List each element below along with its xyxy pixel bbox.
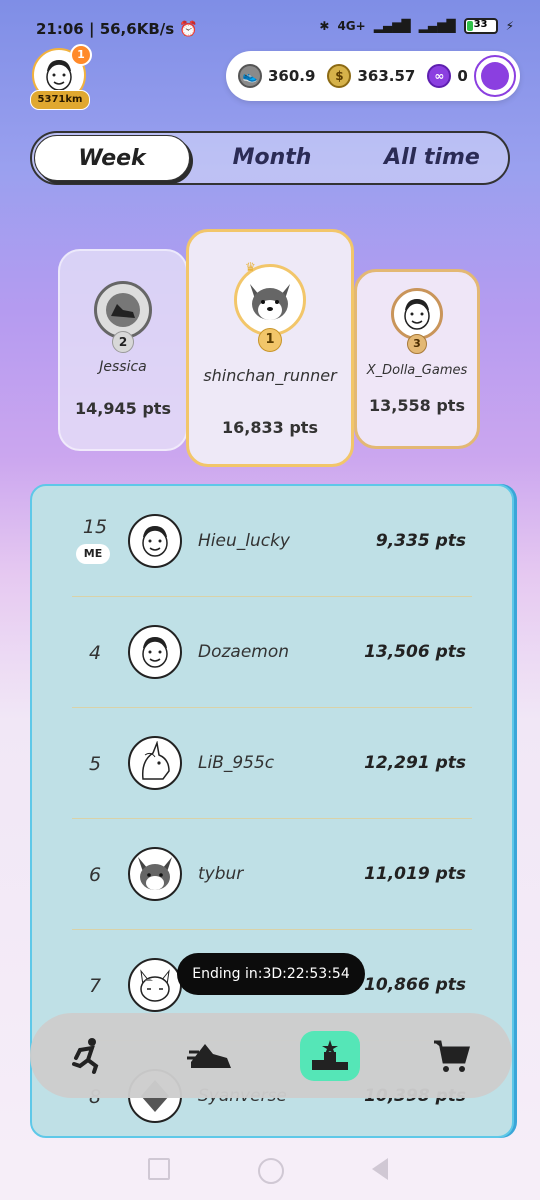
- table-row[interactable]: 5 LiB_955c 12,291 pts: [32, 708, 512, 818]
- crown-icon: ♛: [245, 260, 256, 274]
- player-pts: 11,019 pts: [364, 864, 466, 884]
- player-name: LiB_955c: [198, 753, 275, 773]
- rank-number: 6: [88, 864, 102, 886]
- polygon-icon: [481, 62, 509, 90]
- period-tabs: Week Month All time: [30, 131, 510, 185]
- rank-badge: 1: [258, 328, 282, 352]
- unicorn-icon: [141, 741, 170, 780]
- alarm-icon: ⏰: [179, 20, 199, 38]
- player-name: Hieu_lucky: [198, 531, 290, 551]
- currency-gst: $ 363.57: [327, 64, 415, 88]
- wolf-icon: [138, 857, 172, 890]
- player-pts: 9,335 pts: [375, 531, 466, 551]
- nav-run[interactable]: [56, 1031, 116, 1081]
- rank-number: 7: [88, 975, 102, 997]
- currency-polygon: ∞ 0: [427, 64, 468, 88]
- nav-shop[interactable]: [422, 1031, 482, 1081]
- signal-icon: ▂▄▆█: [373, 19, 411, 33]
- rank-number: 15: [82, 516, 108, 538]
- rank-badge: 3: [407, 334, 427, 354]
- player-name: tybur: [198, 864, 244, 884]
- table-row[interactable]: 15 ME Hieu_lucky 9,335 pts: [32, 486, 512, 596]
- leaderboard-icon: [312, 1040, 348, 1070]
- avatar: [128, 847, 182, 901]
- shiba-dog-icon: [250, 284, 290, 320]
- currency-bar: 👟 360.9 $ 363.57 ∞ 0: [226, 51, 520, 101]
- nav-leaderboard[interactable]: [300, 1031, 360, 1081]
- player-pts: 13,506 pts: [364, 642, 466, 662]
- rank-badge: 2: [112, 331, 134, 353]
- notification-badge: 1: [70, 44, 92, 66]
- sneaker-icon: [106, 293, 140, 327]
- table-row[interactable]: 6 tybur 11,019 pts: [32, 819, 512, 929]
- bottom-nav: [30, 1013, 512, 1098]
- back-button[interactable]: [372, 1158, 388, 1180]
- face-avatar-icon: [142, 526, 168, 557]
- avatar: [391, 288, 443, 340]
- distance-label: 5371km: [30, 90, 90, 110]
- sneaker-coin-icon: 👟: [238, 64, 262, 88]
- currency-sneaker: 👟 360.9: [238, 64, 315, 88]
- rank-number: 4: [88, 642, 102, 664]
- podium-name: shinchan_runner: [203, 366, 337, 385]
- player-pts: 10,866 pts: [364, 975, 466, 995]
- run-icon: [72, 1038, 99, 1074]
- wallet-button[interactable]: [474, 55, 516, 97]
- podium-pts: 16,833 pts: [222, 418, 318, 437]
- system-nav-bar: [0, 1140, 540, 1200]
- nav-sneakers[interactable]: [180, 1031, 240, 1081]
- status-time: 21:06 | 56,6KB/s ⏰: [36, 20, 199, 38]
- podium-pts: 13,558 pts: [369, 396, 465, 415]
- recents-button[interactable]: [148, 1158, 170, 1180]
- tab-week[interactable]: Week: [34, 135, 190, 181]
- me-badge: ME: [76, 544, 110, 564]
- cat-icon: [140, 969, 170, 1002]
- battery-icon: 33: [463, 18, 498, 34]
- countdown-timer: Ending in:3D:22:53:54: [177, 953, 365, 995]
- player-name: Dozaemon: [198, 642, 290, 662]
- podium-pts: 14,945 pts: [75, 399, 171, 418]
- avatar: [128, 514, 182, 568]
- home-button[interactable]: [258, 1158, 284, 1184]
- gst-coin-icon: $: [327, 64, 352, 88]
- podium-name: X_Dolla_Games: [366, 363, 468, 378]
- avatar: [128, 736, 182, 790]
- face-avatar-icon: [404, 299, 430, 330]
- rank-number: 5: [88, 753, 102, 775]
- face-avatar-icon: [142, 637, 168, 668]
- tab-month[interactable]: Month: [202, 133, 342, 183]
- polygon-coin-icon: ∞: [427, 64, 452, 88]
- sneaker-icon: [187, 1044, 231, 1068]
- status-icons: ✱ 4G+ ▂▄▆█ ▂▄▆█ 33 ⚡: [319, 18, 514, 34]
- network-type: 4G+: [337, 19, 366, 33]
- avatar: [128, 958, 182, 1012]
- podium-second[interactable]: 2 Jessica 14,945 pts: [58, 249, 188, 451]
- tab-all-time[interactable]: All time: [362, 133, 502, 183]
- signal-icon-2: ▂▄▆█: [418, 19, 456, 33]
- avatar: [234, 264, 306, 336]
- cart-icon: [434, 1040, 470, 1072]
- podium-first[interactable]: ♛ 1 shinchan_runner 16,833 pts: [186, 229, 354, 467]
- bluetooth-icon: ✱: [319, 19, 330, 33]
- avatar: [128, 625, 182, 679]
- podium-third[interactable]: 3 X_Dolla_Games 13,558 pts: [354, 269, 480, 449]
- charging-icon: ⚡: [505, 19, 514, 33]
- table-row[interactable]: 4 Dozaemon 13,506 pts: [32, 597, 512, 707]
- player-pts: 12,291 pts: [364, 753, 466, 773]
- podium-name: Jessica: [99, 359, 147, 375]
